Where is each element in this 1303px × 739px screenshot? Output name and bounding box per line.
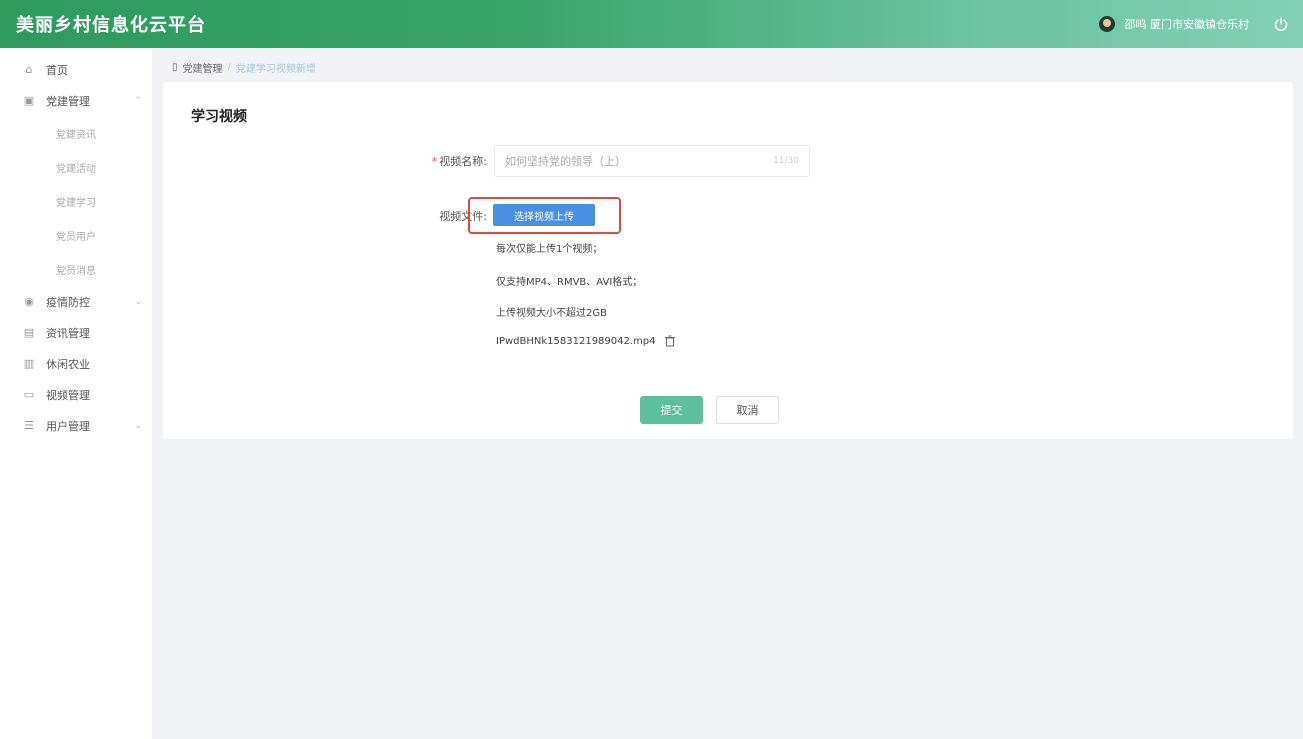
sidebar-item-label: 资讯管理 [46,326,90,340]
sidebar-subitem-party-news[interactable]: 党建资讯 [0,116,152,150]
video-icon: ▭ [23,388,35,401]
sidebar-item-video[interactable]: ▭ 视频管理 [0,379,152,410]
power-icon[interactable] [1273,16,1289,32]
sidebar-item-label: 视频管理 [46,388,90,402]
cancel-button[interactable]: 取消 [716,396,779,424]
upload-tip: 仅支持MP4、RMVB、AVI格式； [496,277,643,288]
upload-video-button[interactable]: 选择视频上传 [493,204,595,226]
sidebar: ⌂ 首页 ▣ 党建管理 ⌃ 党建资讯 党建活动 党建学习 党员用户 党员消息 ◉… [0,48,152,739]
submit-button[interactable]: 提交 [640,396,703,424]
clipboard-icon: ▯ [172,62,178,73]
user-icon: ☰ [24,419,34,432]
user-name[interactable]: 邵鸣 厦门市安徽镇仓乐村 [1125,16,1250,32]
char-count: 11/30 [773,156,799,166]
page-title: 学习视频 [191,109,247,125]
sidebar-item-party[interactable]: ▣ 党建管理 ⌃ [0,85,152,116]
video-name-value: 如何坚持党的领导（上） [505,155,626,168]
required-mark: * [431,155,438,168]
breadcrumb-parent[interactable]: 党建管理 [183,60,223,75]
sidebar-item-label: 党建管理 [46,94,90,108]
sidebar-item-news[interactable]: ▤ 资讯管理 [0,317,152,348]
sidebar-item-label: 用户管理 [46,419,90,433]
sidebar-subitem-party-users[interactable]: 党员用户 [0,218,152,252]
sidebar-item-label: 休闲农业 [46,357,90,371]
breadcrumb-separator: / [227,62,231,73]
file-name: IPwdBHNk1583121989042.mp4 [496,335,656,347]
party-icon: ▣ [23,94,35,107]
sidebar-item-home[interactable]: ⌂ 首页 [0,54,152,85]
user-area[interactable]: 邵鸣 厦门市安徽镇仓乐村 [1098,16,1290,32]
sidebar-item-epidemic[interactable]: ◉ 疫情防控 ⌄ [0,286,152,317]
form-card: 学习视频 * 视频名称: 如何坚持党的领导（上） 11/30 视频文件: 选择视频… [163,82,1293,439]
sidebar-item-label: 疫情防控 [46,295,90,309]
sidebar-item-users[interactable]: ☰ 用户管理 ⌄ [0,410,152,441]
breadcrumb-current: 党建学习视频新增 [235,64,316,75]
sidebar-item-agriculture[interactable]: ▥ 休闲农业 [0,348,152,379]
delete-icon[interactable] [664,335,676,347]
video-name-input[interactable]: 如何坚持党的领导（上） 11/30 [494,145,810,177]
top-bar: 美丽乡村信息化云平台 邵鸣 厦门市安徽镇仓乐村 [0,0,1303,48]
home-icon: ⌂ [25,63,33,76]
app-title: 美丽乡村信息化云平台 [16,15,206,36]
shield-icon: ◉ [24,295,34,308]
sidebar-item-label: 首页 [46,63,68,77]
sidebar-subitem-party-activity[interactable]: 党建活动 [0,150,152,184]
video-name-label: * 视频名称: [431,155,487,168]
upload-tip: 每次仅能上传1个视频； [496,244,603,255]
sidebar-subitem-party-messages[interactable]: 党员消息 [0,252,152,286]
chevron-down-icon: ⌄ [134,296,142,307]
chevron-down-icon: ⌄ [134,420,142,431]
upload-tip: 上传视频大小不超过2GB [496,308,607,319]
avatar[interactable] [1098,16,1115,32]
news-icon: ▤ [23,326,35,339]
chevron-up-icon: ⌃ [134,95,142,106]
uploaded-file: IPwdBHNk1583121989042.mp4 [496,335,676,347]
sidebar-subitem-party-study[interactable]: 党建学习 [0,184,152,218]
breadcrumb: ▯ 党建管理 / 党建学习视频新增 [172,60,316,75]
leaf-icon: ▥ [23,357,35,370]
